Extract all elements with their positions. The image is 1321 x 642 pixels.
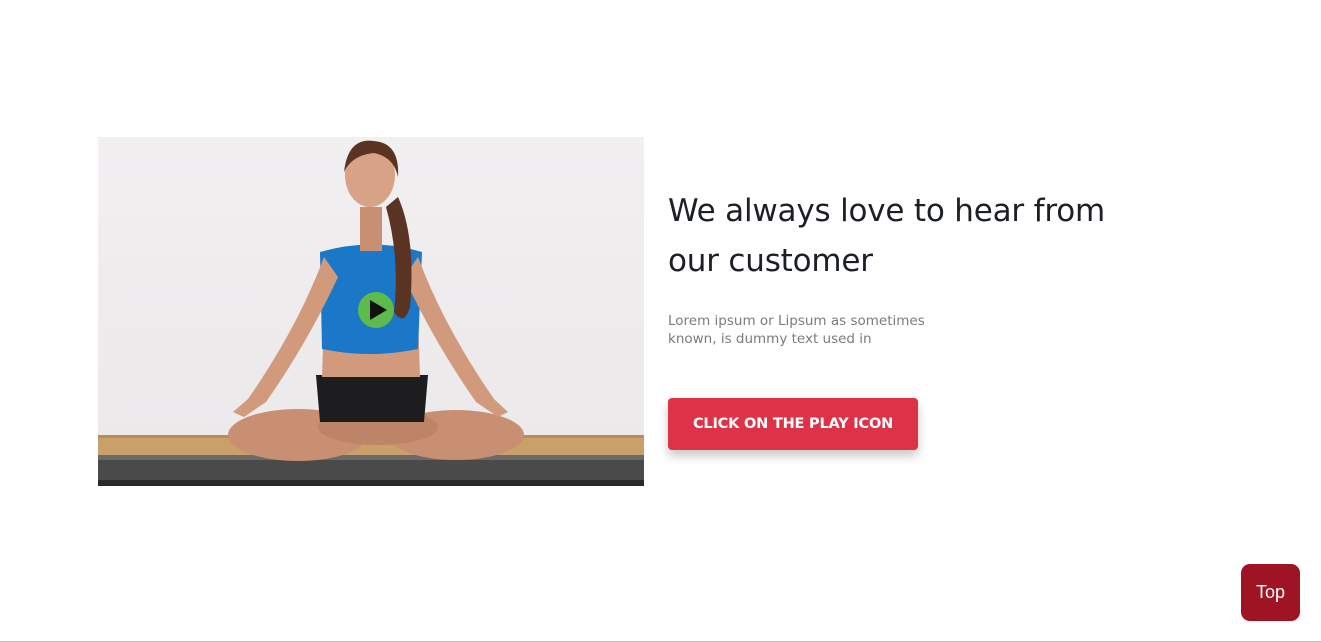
page: We always love to hear from our customer… (0, 0, 1321, 642)
play-icon (370, 300, 387, 320)
play-button[interactable] (358, 292, 394, 328)
scroll-top-button[interactable]: Top (1241, 564, 1300, 621)
section-description: Lorem ipsum or Lipsum as sometimes known… (668, 313, 925, 347)
section-heading: We always love to hear from our customer (668, 193, 1105, 279)
yoga-video-thumbnail[interactable] (98, 137, 644, 486)
play-cta-button[interactable]: CLICK ON THE PLAY ICON (668, 398, 918, 450)
